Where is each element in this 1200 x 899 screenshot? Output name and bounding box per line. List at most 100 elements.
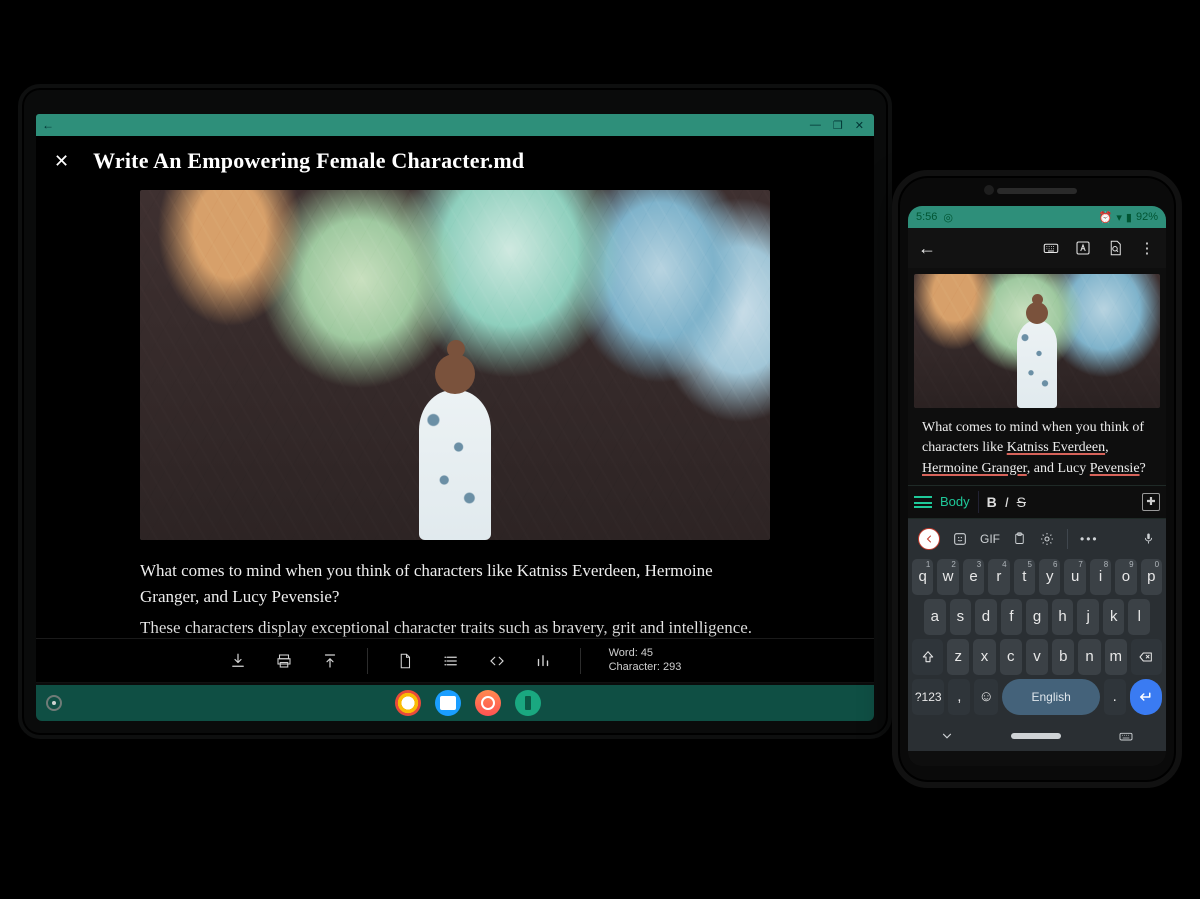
keyboard-row-2: asdfghjkl: [912, 599, 1162, 635]
minimize-button[interactable]: —: [810, 119, 821, 132]
key-p[interactable]: p0: [1141, 559, 1162, 595]
format-style-label[interactable]: Body: [940, 494, 970, 509]
list-icon[interactable]: [442, 652, 460, 670]
key-r[interactable]: r4: [988, 559, 1009, 595]
files-app-icon[interactable]: [435, 690, 461, 716]
gif-button[interactable]: GIF: [980, 532, 1000, 546]
key-i[interactable]: i8: [1090, 559, 1111, 595]
key-j[interactable]: j: [1077, 599, 1099, 635]
font-icon[interactable]: [1074, 239, 1092, 257]
phone-front-camera: [984, 185, 994, 195]
more-icon[interactable]: •••: [1080, 532, 1099, 546]
camera-app-icon[interactable]: [475, 690, 501, 716]
enter-key[interactable]: [1130, 679, 1162, 715]
sticker-icon[interactable]: [952, 531, 968, 547]
settings-icon[interactable]: [1039, 531, 1055, 547]
key-o[interactable]: o9: [1115, 559, 1136, 595]
keyboard-mode-icon[interactable]: [1042, 239, 1060, 257]
underlined-name: Katniss Everdeen: [1007, 440, 1105, 455]
stats-icon[interactable]: [534, 652, 552, 670]
phone-article-body[interactable]: What comes to mind when you think of cha…: [908, 408, 1166, 479]
document-stats: Word: 45 Character: 293: [609, 647, 682, 673]
strikethrough-button[interactable]: S: [1017, 494, 1026, 510]
keyboard-switch-icon[interactable]: [1118, 728, 1134, 744]
key-k[interactable]: k: [1103, 599, 1125, 635]
key-n[interactable]: n: [1078, 639, 1100, 675]
document-icon[interactable]: [396, 652, 414, 670]
wifi-icon: ▾: [1116, 211, 1122, 224]
key-v[interactable]: v: [1026, 639, 1048, 675]
keyboard-row-3: zxcvbnm: [912, 639, 1162, 675]
key-q[interactable]: q1: [912, 559, 933, 595]
back-button[interactable]: ←: [918, 238, 936, 259]
format-toolbar: Body B I S ✚: [908, 485, 1166, 519]
key-z[interactable]: z: [947, 639, 969, 675]
phone-hero-illustration: [914, 274, 1160, 408]
key-x[interactable]: x: [973, 639, 995, 675]
symbols-mode-key[interactable]: ?123: [912, 679, 944, 715]
period-key[interactable]: .: [1104, 679, 1126, 715]
key-h[interactable]: h: [1052, 599, 1074, 635]
restore-button[interactable]: ❐: [833, 119, 843, 132]
overflow-menu-icon[interactable]: ⋮: [1138, 239, 1156, 257]
key-y[interactable]: y6: [1039, 559, 1060, 595]
shelf-apps: [395, 690, 541, 716]
comma-key[interactable]: ,: [948, 679, 970, 715]
shift-key[interactable]: [912, 639, 943, 675]
launcher-button[interactable]: [46, 695, 62, 711]
key-b[interactable]: b: [1052, 639, 1074, 675]
paragraph-style-icon[interactable]: [914, 496, 932, 508]
os-shelf: [36, 685, 874, 721]
collapse-suggestions-icon[interactable]: [918, 528, 940, 550]
key-f[interactable]: f: [1001, 599, 1023, 635]
editor-app-icon[interactable]: [515, 690, 541, 716]
key-a[interactable]: a: [924, 599, 946, 635]
emoji-key[interactable]: ☺: [974, 679, 998, 715]
clipboard-icon[interactable]: [1012, 531, 1027, 546]
keyboard-space-row: ?123 , ☺ English .: [912, 679, 1162, 715]
key-d[interactable]: d: [975, 599, 997, 635]
key-u[interactable]: u7: [1064, 559, 1085, 595]
hero-image-area: [36, 190, 874, 540]
print-icon[interactable]: [275, 652, 293, 670]
close-window-button[interactable]: ✕: [855, 119, 864, 132]
key-g[interactable]: g: [1026, 599, 1048, 635]
keyboard-row-1: q1w2e3r4t5y6u7i8o9p0: [912, 559, 1162, 595]
key-c[interactable]: c: [1000, 639, 1022, 675]
close-document-button[interactable]: ✕: [54, 151, 69, 172]
alarm-icon: ⏰: [1099, 211, 1113, 224]
italic-button[interactable]: I: [1005, 494, 1009, 510]
key-s[interactable]: s: [950, 599, 972, 635]
phone-screen: 5:56 ◎ ⏰ ▾ ▮ 92% ← ⋮: [908, 206, 1166, 766]
phone-side-button: [1180, 406, 1182, 466]
key-w[interactable]: w2: [937, 559, 958, 595]
key-e[interactable]: e3: [963, 559, 984, 595]
code-icon[interactable]: [488, 652, 506, 670]
phone-device: 5:56 ◎ ⏰ ▾ ▮ 92% ← ⋮: [892, 170, 1182, 788]
key-t[interactable]: t5: [1014, 559, 1035, 595]
spacebar-key[interactable]: English: [1002, 679, 1099, 715]
nav-collapse-icon[interactable]: [940, 729, 954, 743]
window-titlebar: ← — ❐ ✕: [36, 114, 874, 136]
key-m[interactable]: m: [1105, 639, 1127, 675]
phone-action-bar: ← ⋮: [908, 228, 1166, 268]
document-title: Write An Empowering Female Character.md: [93, 148, 524, 174]
insert-button[interactable]: ✚: [1142, 493, 1160, 511]
bold-button[interactable]: B: [987, 494, 997, 510]
window-controls: — ❐ ✕: [810, 119, 874, 132]
backspace-key[interactable]: [1131, 639, 1162, 675]
chrome-app-icon[interactable]: [395, 690, 421, 716]
underlined-name: Pevensie: [1090, 461, 1140, 476]
nav-home-pill[interactable]: [1011, 733, 1061, 739]
editor-app: ✕ Write An Empowering Female Character.m…: [36, 136, 874, 683]
battery-percent: 92%: [1136, 211, 1158, 223]
toolbar-separator: [580, 648, 581, 674]
key-l[interactable]: l: [1128, 599, 1150, 635]
bottom-toolbar: Word: 45 Character: 293: [36, 638, 874, 682]
mic-icon[interactable]: [1141, 531, 1156, 546]
download-icon[interactable]: [229, 652, 247, 670]
upload-icon[interactable]: [321, 652, 339, 670]
search-in-page-icon[interactable]: [1106, 239, 1124, 257]
back-arrow-icon[interactable]: ←: [42, 118, 54, 133]
phone-speaker: [997, 188, 1077, 194]
